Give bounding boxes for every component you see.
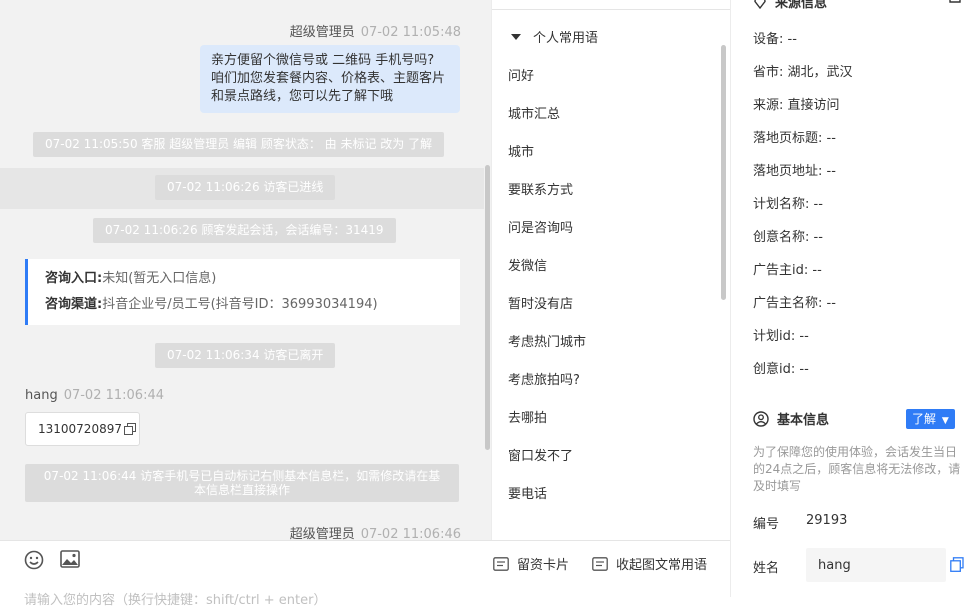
customer-name-input[interactable]: hang bbox=[806, 548, 946, 582]
user-icon bbox=[753, 410, 769, 427]
emoji-icon[interactable] bbox=[24, 550, 44, 570]
phrase-item[interactable]: 要电话 bbox=[508, 483, 547, 502]
message-line: 咱们加您发套餐内容、价格表、主题客片 bbox=[211, 71, 446, 86]
sender-name: 超级管理员 bbox=[289, 25, 355, 40]
sender-name: 超级管理员 bbox=[289, 527, 355, 540]
source-field-advertiser-name: 广告主名称: -- bbox=[753, 296, 836, 311]
phrase-item[interactable]: 窗口发不了 bbox=[508, 445, 573, 464]
collapse-phrases-label: 收起图文常用语 bbox=[616, 558, 708, 573]
source-field-plan-name: 计划名称: -- bbox=[753, 197, 823, 212]
system-notice-visitor-left: 07-02 11:06:34 访客已离开 bbox=[155, 343, 336, 368]
phrase-item[interactable]: 问是咨询吗 bbox=[508, 217, 573, 236]
phrases-pane: 个人常用语 问好 城市汇总 城市 要联系方式 问是咨询吗 发微信 暂时没有店 考… bbox=[491, 0, 731, 540]
outgoing-message-bubble[interactable]: 亲方便留个微信号或 二维码 手机号吗? 咱们加您发套餐内容、价格表、主题客片 和… bbox=[200, 45, 460, 113]
edit-notice: 为了保障您的使用体验，会话发生当日的24点之后，顾客信息将无法修改，请及时填写 bbox=[753, 445, 961, 493]
composer: 留资卡片 收起图文常用语 请输入您的内容（换行快捷键：shift/ctrl + … bbox=[0, 540, 730, 608]
system-notice-status-change: 07-02 11:05:50 客服 超级管理员 编辑 顾客状态： 由 未标记 改… bbox=[33, 132, 445, 157]
message-line: 亲方便留个微信号或 二维码 手机号吗? bbox=[211, 53, 435, 68]
source-info-header: 来源信息 bbox=[753, 0, 827, 11]
copy-icon[interactable] bbox=[123, 423, 136, 435]
edit-icon[interactable] bbox=[949, 0, 961, 4]
source-field-creative-name: 创意名称: -- bbox=[753, 230, 823, 245]
sender-name: hang bbox=[25, 388, 58, 403]
copy-icon[interactable] bbox=[950, 557, 964, 572]
consult-entry-value: 未知(暂无入口信息) bbox=[102, 271, 217, 286]
source-field-device: 设备: -- bbox=[753, 32, 797, 47]
caret-down-icon: ▼ bbox=[941, 416, 949, 426]
consult-channel-row: 咨询渠道:抖音企业号/员工号(抖音号ID：36993034194) bbox=[45, 292, 378, 318]
info-pane: 来源信息 设备: -- 省市: 湖北，武汉 来源: 直接访问 落地页标题: --… bbox=[730, 0, 978, 597]
chat-pane[interactable]: 超级管理员 07-02 11:05:48 亲方便留个微信号或 二维码 手机号吗? … bbox=[0, 0, 491, 540]
message-sender: hang 07-02 11:06:44 bbox=[25, 388, 164, 403]
chat-scrollbar[interactable] bbox=[485, 165, 490, 450]
source-field-advertiser-id: 广告主id: -- bbox=[753, 263, 822, 278]
consult-entry-label: 咨询入口: bbox=[45, 271, 103, 286]
system-notice-session-start: 07-02 11:06:26 顾客发起会话，会话编号：31419 bbox=[93, 218, 396, 243]
phrase-item[interactable]: 城市汇总 bbox=[508, 103, 560, 122]
system-notice-visitor-joined: 07-02 11:06:26 访客已进线 bbox=[155, 175, 336, 200]
customer-id-label: 编号 bbox=[753, 517, 780, 532]
caret-down-icon bbox=[511, 33, 521, 40]
phrase-item[interactable]: 发微信 bbox=[508, 255, 547, 274]
basic-info-header: 基本信息 bbox=[753, 409, 829, 428]
basic-info-title: 基本信息 bbox=[777, 413, 830, 428]
status-dropdown-label: 了解 bbox=[912, 412, 937, 426]
pane-top-divider bbox=[492, 0, 730, 10]
phrases-scrollbar[interactable] bbox=[721, 45, 726, 300]
message-input[interactable]: 请输入您的内容（换行快捷键：shift/ctrl + enter） bbox=[24, 589, 327, 608]
location-icon bbox=[754, 0, 766, 9]
source-field-origin: 来源: 直接访问 bbox=[753, 98, 840, 113]
customer-id-value: 29193 bbox=[806, 513, 848, 528]
notice-line: 本信息栏直接操作 bbox=[193, 483, 290, 497]
incoming-message-bubble[interactable]: 13100720897 bbox=[25, 412, 140, 446]
consult-channel-value: 抖音企业号/员工号(抖音号ID：36993034194) bbox=[102, 297, 378, 312]
consult-info-card: 咨询入口:未知(暂无入口信息) 咨询渠道:抖音企业号/员工号(抖音号ID：369… bbox=[25, 259, 460, 325]
message-time: 07-02 11:05:48 bbox=[360, 25, 461, 40]
message-time: 07-02 11:06:46 bbox=[360, 527, 461, 540]
phrase-group-header[interactable]: 个人常用语 bbox=[511, 27, 598, 46]
notice-line: 07-02 11:06:44 访客手机号已自动标记右侧基本信息栏，如需修改请在基 bbox=[43, 469, 441, 483]
phrase-item[interactable]: 去哪拍 bbox=[508, 407, 547, 426]
message-sender: 超级管理员 07-02 11:05:48 bbox=[290, 21, 461, 40]
consult-entry-row: 咨询入口:未知(暂无入口信息) bbox=[45, 266, 216, 292]
status-dropdown[interactable]: 了解 ▼ bbox=[906, 409, 955, 429]
consult-channel-label: 咨询渠道: bbox=[45, 297, 103, 312]
phrase-item[interactable]: 城市 bbox=[508, 141, 534, 160]
system-notice-phone-marked: 07-02 11:06:44 访客手机号已自动标记右侧基本信息栏，如需修改请在基… bbox=[25, 464, 459, 502]
lead-card-button[interactable]: 留资卡片 bbox=[493, 554, 569, 573]
lead-card-label: 留资卡片 bbox=[517, 558, 570, 573]
source-field-city: 省市: 湖北，武汉 bbox=[753, 65, 853, 80]
source-field-landing-url: 落地页地址: -- bbox=[753, 164, 836, 179]
phrases-icon bbox=[592, 556, 608, 571]
phone-number: 13100720897 bbox=[38, 422, 122, 436]
phrase-item[interactable]: 要联系方式 bbox=[508, 179, 573, 198]
source-info-title: 来源信息 bbox=[775, 0, 828, 11]
card-icon bbox=[493, 556, 509, 571]
customer-name-label: 姓名 bbox=[753, 561, 780, 576]
collapse-phrases-button[interactable]: 收起图文常用语 bbox=[592, 554, 707, 573]
image-icon[interactable] bbox=[60, 550, 80, 568]
source-field-creative-id: 创意id: -- bbox=[753, 362, 809, 377]
source-field-landing-title: 落地页标题: -- bbox=[753, 131, 836, 146]
message-sender: 超级管理员 07-02 11:06:46 bbox=[290, 523, 461, 540]
phrase-item[interactable]: 暂时没有店 bbox=[508, 293, 573, 312]
message-line: 和景点路线，您可以先了解下哦 bbox=[211, 89, 394, 104]
phrase-item[interactable]: 问好 bbox=[508, 65, 534, 84]
message-time: 07-02 11:06:44 bbox=[63, 388, 164, 403]
phrase-group-title: 个人常用语 bbox=[533, 31, 599, 46]
source-field-plan-id: 计划id: -- bbox=[753, 329, 809, 344]
phrase-item[interactable]: 考虑旅拍吗? bbox=[508, 369, 580, 388]
phrase-item[interactable]: 考虑热门城市 bbox=[508, 331, 586, 350]
